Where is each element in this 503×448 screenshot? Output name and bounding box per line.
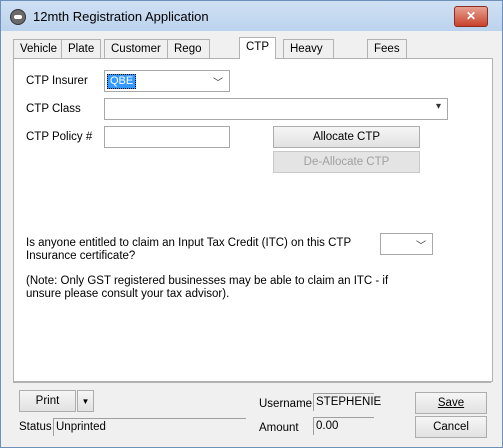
tab-plate[interactable]: Plate (61, 39, 102, 58)
close-icon: ✕ (465, 9, 477, 23)
ctp-policy-input[interactable] (104, 126, 230, 148)
itc-select[interactable]: ﹀ (380, 233, 433, 255)
tab-ctp[interactable]: CTP (239, 37, 276, 59)
close-button[interactable]: ✕ (454, 6, 488, 27)
ctp-insurer-label: CTP Insurer (26, 75, 88, 87)
tab-heavy-vehicle[interactable]: Heavy Vehicle (283, 39, 335, 73)
username-label: Username (259, 398, 313, 410)
tab-customer[interactable]: Customer (104, 39, 168, 58)
chevron-down-icon: ﹀ (416, 241, 426, 252)
save-button[interactable]: Save (415, 392, 487, 414)
registration-window: 12mth Registration Application ✕ Vehicle… (0, 0, 503, 448)
tab-fees[interactable]: Fees (367, 39, 407, 58)
allocate-ctp-button[interactable]: Allocate CTP (273, 126, 420, 148)
title-bar[interactable]: 12mth Registration Application ✕ (1, 1, 502, 31)
ctp-panel: CTP Insurer QBE ﹀ CTP Class ▾ CTP Policy… (13, 58, 493, 382)
cancel-button[interactable]: Cancel (415, 416, 487, 438)
ctp-insurer-value: QBE (107, 74, 137, 89)
ctp-policy-label: CTP Policy # (26, 131, 93, 143)
itc-question: Is anyone entitled to claim an Input Tax… (26, 237, 351, 262)
chevron-down-icon: ﹀ (213, 78, 223, 89)
dropdown-arrow-icon: ▾ (435, 101, 441, 112)
amount-field: 0.00 (313, 417, 374, 435)
app-icon (10, 9, 26, 25)
status-field: Unprinted (53, 418, 246, 436)
window-title: 12mth Registration Application (33, 9, 209, 24)
ctp-class-label: CTP Class (26, 103, 81, 115)
amount-label: Amount (259, 422, 299, 434)
status-label: Status (19, 421, 52, 433)
print-options-button[interactable]: ▼ (77, 390, 94, 412)
dropdown-arrow-icon: ▼ (81, 397, 90, 406)
print-button[interactable]: Print (19, 390, 76, 412)
deallocate-ctp-button[interactable]: De-Allocate CTP (273, 151, 420, 173)
footer-divider (13, 382, 491, 383)
tab-vehicle[interactable]: Vehicle (13, 39, 65, 58)
tab-rego-detail[interactable]: Rego Detail (167, 39, 211, 73)
itc-note: (Note: Only GST registered businesses ma… (26, 275, 389, 300)
ctp-insurer-select[interactable]: QBE ﹀ (104, 70, 230, 92)
username-field: STEPHENIE (313, 393, 381, 411)
ctp-class-select[interactable]: ▾ (104, 98, 448, 120)
